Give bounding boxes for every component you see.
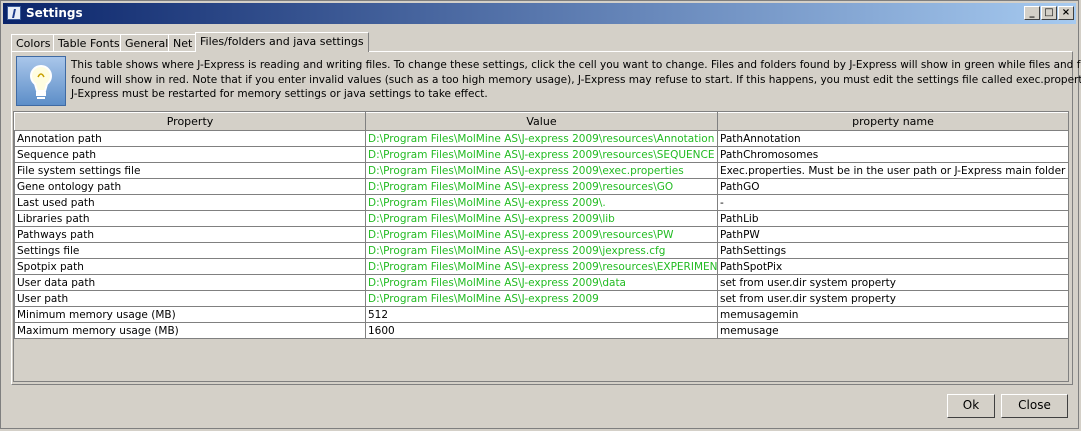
table-row[interactable]: Minimum memory usage (MB) 512 memusagemin bbox=[14, 306, 1069, 323]
cell-value[interactable]: D:\Program Files\MolMine AS\J-express 20… bbox=[365, 258, 718, 275]
cell-property-name[interactable]: - bbox=[717, 194, 1069, 211]
title-bar[interactable]: Settings _ □ × bbox=[3, 3, 1076, 24]
app-icon bbox=[7, 6, 21, 20]
window-title: Settings bbox=[26, 6, 83, 20]
cell-property[interactable]: Spotpix path bbox=[14, 258, 366, 275]
info-line: This table shows where J-Express is read… bbox=[71, 59, 1081, 71]
cell-value[interactable]: D:\Program Files\MolMine AS\J-express 20… bbox=[365, 178, 718, 195]
table-body: Annotation path D:\Program Files\MolMine … bbox=[14, 130, 1069, 339]
minimize-button[interactable]: _ bbox=[1024, 6, 1040, 20]
cell-property-name[interactable]: PathGO bbox=[717, 178, 1069, 195]
tab-table-fonts[interactable]: Table Fonts bbox=[53, 34, 125, 51]
cell-value[interactable]: D:\Program Files\MolMine AS\J-express 20… bbox=[365, 194, 718, 211]
table-row[interactable]: Annotation path D:\Program Files\MolMine … bbox=[14, 130, 1069, 147]
tab-net[interactable]: Net bbox=[168, 34, 198, 51]
cell-value[interactable]: D:\Program Files\MolMine AS\J-express 20… bbox=[365, 290, 718, 307]
lightbulb-icon bbox=[16, 56, 66, 106]
table-row[interactable]: Settings file D:\Program Files\MolMine AS… bbox=[14, 242, 1069, 259]
cell-value[interactable]: D:\Program Files\MolMine AS\J-express 20… bbox=[365, 130, 718, 147]
settings-table: Property Value property name Annotation … bbox=[14, 112, 1069, 339]
cell-property[interactable]: Maximum memory usage (MB) bbox=[14, 322, 366, 339]
cell-property-name[interactable]: set from user.dir system property bbox=[717, 274, 1069, 291]
table-row[interactable]: File system settings file D:\Program File… bbox=[14, 162, 1069, 179]
table-row[interactable]: Pathways path D:\Program Files\MolMine AS… bbox=[14, 226, 1069, 243]
ok-button[interactable]: Ok bbox=[947, 394, 995, 418]
cell-property[interactable]: Settings file bbox=[14, 242, 366, 259]
cell-property[interactable]: Annotation path bbox=[14, 130, 366, 147]
close-button[interactable]: Close bbox=[1001, 394, 1068, 418]
cell-property[interactable]: Sequence path bbox=[14, 146, 366, 163]
cell-property-name[interactable]: PathSpotPix bbox=[717, 258, 1069, 275]
cell-property-name[interactable]: PathLib bbox=[717, 210, 1069, 227]
cell-property[interactable]: Last used path bbox=[14, 194, 366, 211]
table-row[interactable]: Gene ontology path D:\Program Files\MolMi… bbox=[14, 178, 1069, 195]
info-line: J-Express must be restarted for memory s… bbox=[71, 88, 488, 100]
cell-property-name[interactable]: PathSettings bbox=[717, 242, 1069, 259]
cell-value[interactable]: 1600 bbox=[365, 322, 718, 339]
table-row[interactable]: Libraries path D:\Program Files\MolMine A… bbox=[14, 210, 1069, 227]
tab-files-folders-java[interactable]: Files/folders and java settings bbox=[195, 32, 369, 52]
settings-window: Settings _ □ × Colors Table Fonts Genera… bbox=[0, 0, 1081, 429]
tab-general[interactable]: General bbox=[120, 34, 174, 51]
column-header-property-name[interactable]: property name bbox=[717, 112, 1069, 131]
cell-property-name[interactable]: PathAnnotation bbox=[717, 130, 1069, 147]
table-row[interactable]: Last used path D:\Program Files\MolMine A… bbox=[14, 194, 1069, 211]
close-window-button[interactable]: × bbox=[1058, 6, 1074, 20]
settings-table-container: Property Value property name Annotation … bbox=[13, 111, 1069, 382]
cell-property[interactable]: Pathways path bbox=[14, 226, 366, 243]
cell-property-name[interactable]: Exec.properties. Must be in the user pat… bbox=[717, 162, 1069, 179]
files-folders-panel: This table shows where J-Express is read… bbox=[11, 51, 1081, 385]
cell-property-name[interactable]: PathPW bbox=[717, 226, 1069, 243]
cell-value[interactable]: D:\Program Files\MolMine AS\J-express 20… bbox=[365, 226, 718, 243]
cell-property-name[interactable]: PathChromosomes bbox=[717, 146, 1069, 163]
table-row[interactable]: User data path D:\Program Files\MolMine A… bbox=[14, 274, 1069, 291]
cell-value[interactable]: D:\Program Files\MolMine AS\J-express 20… bbox=[365, 210, 718, 227]
maximize-button[interactable]: □ bbox=[1041, 6, 1057, 20]
cell-property[interactable]: Gene ontology path bbox=[14, 178, 366, 195]
cell-property-name[interactable]: set from user.dir system property bbox=[717, 290, 1069, 307]
table-row[interactable]: Sequence path D:\Program Files\MolMine AS… bbox=[14, 146, 1069, 163]
cell-property[interactable]: Minimum memory usage (MB) bbox=[14, 306, 366, 323]
cell-value[interactable]: D:\Program Files\MolMine AS\J-express 20… bbox=[365, 274, 718, 291]
table-row[interactable]: Maximum memory usage (MB) 1600 memusage bbox=[14, 322, 1069, 339]
table-row[interactable]: Spotpix path D:\Program Files\MolMine AS\… bbox=[14, 258, 1069, 275]
tab-colors[interactable]: Colors bbox=[11, 34, 56, 51]
cell-value[interactable]: D:\Program Files\MolMine AS\J-express 20… bbox=[365, 146, 718, 163]
cell-property[interactable]: User data path bbox=[14, 274, 366, 291]
cell-value[interactable]: D:\Program Files\MolMine AS\J-express 20… bbox=[365, 242, 718, 259]
cell-property[interactable]: User path bbox=[14, 290, 366, 307]
info-line: found will show in red. Note that if you… bbox=[71, 73, 1081, 86]
info-text: This table shows where J-Express is read… bbox=[71, 58, 1081, 102]
cell-property-name[interactable]: memusagemin bbox=[717, 306, 1069, 323]
cell-property[interactable]: Libraries path bbox=[14, 210, 366, 227]
cell-value[interactable]: D:\Program Files\MolMine AS\J-express 20… bbox=[365, 162, 718, 179]
column-header-value[interactable]: Value bbox=[365, 112, 718, 131]
cell-property[interactable]: File system settings file bbox=[14, 162, 366, 179]
column-header-property[interactable]: Property bbox=[14, 112, 366, 131]
cell-property-name[interactable]: memusage bbox=[717, 322, 1069, 339]
table-row[interactable]: User path D:\Program Files\MolMine AS\J-e… bbox=[14, 290, 1069, 307]
cell-value[interactable]: 512 bbox=[365, 306, 718, 323]
info-box: This table shows where J-Express is read… bbox=[16, 56, 1081, 108]
